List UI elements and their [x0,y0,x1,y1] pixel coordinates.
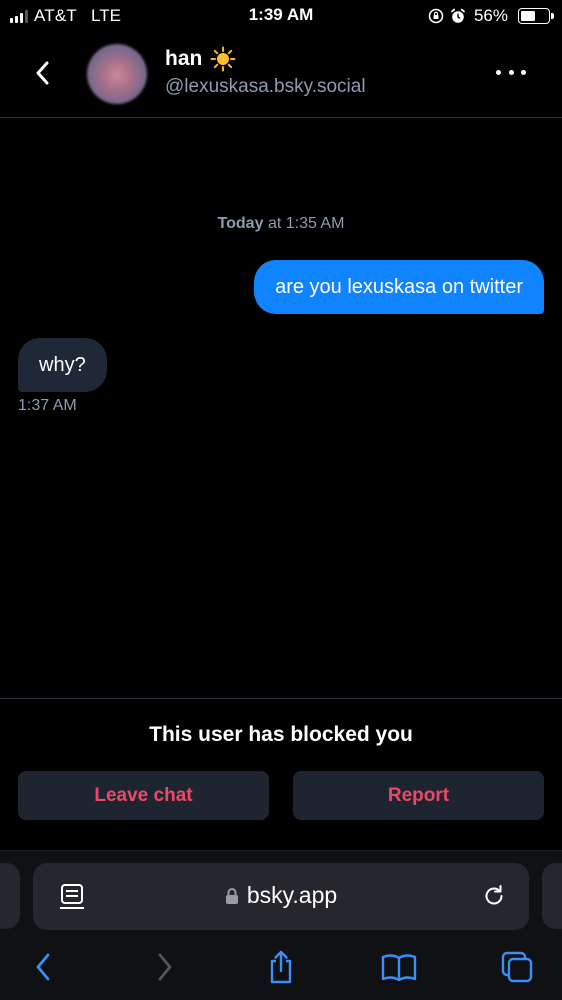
more-options-button[interactable] [496,62,526,82]
contact-handle: @lexuskasa.bsky.social [165,76,366,97]
lock-icon [225,887,238,904]
more-dot [508,69,514,75]
blocked-panel: This user has blocked you Leave chat Rep… [0,698,562,850]
more-dot [521,69,526,75]
blocked-message: This user has blocked you [149,723,413,746]
message-timestamp: 1:37 AM [18,397,77,414]
contact-name: han [165,47,203,70]
sun-emoji-icon [210,46,236,72]
browser-forward-button[interactable] [145,947,185,987]
tabs-icon [501,951,533,983]
battery-nub [551,13,554,19]
tabs-button[interactable] [497,947,537,987]
battery-fill [521,11,535,21]
browser-back-button[interactable] [23,947,63,987]
next-tab-preview[interactable] [542,863,562,929]
back-icon [36,953,50,981]
more-horizontal-icon [496,69,501,75]
battery-icon [518,8,554,24]
back-button[interactable] [28,58,58,88]
status-right: 56% [428,6,554,26]
bookmarks-icon [381,954,417,982]
day-time: at 1:35 AM [267,215,345,232]
avatar[interactable] [87,44,147,104]
bookmarks-button[interactable] [379,947,419,987]
day-separator: Today at 1:35 AM [0,215,562,233]
address-bar[interactable]: bsky.app [33,863,529,930]
forward-icon [158,953,172,981]
screen: AT&T LTE 1:39 AM 56% han @lexuskasa.bsky… [0,0,562,1000]
chevron-left-icon [36,61,49,85]
alarm-icon [450,8,466,24]
previous-tab-preview[interactable] [0,863,20,929]
share-button[interactable] [261,947,301,987]
orientation-lock-icon [428,8,444,24]
chat-title[interactable]: han @lexuskasa.bsky.social [165,46,366,98]
url-display[interactable]: bsky.app [33,882,529,909]
battery-percent: 56% [473,6,508,25]
chat-header: han @lexuskasa.bsky.social [0,34,562,118]
day-label: Today [217,215,264,232]
leave-chat-button[interactable]: Leave chat [18,771,269,820]
browser-toolbar [0,947,562,991]
reload-icon[interactable] [481,883,507,909]
incoming-message[interactable]: why? [18,338,107,392]
report-button[interactable]: Report [293,771,544,820]
share-icon [270,950,292,984]
outgoing-message[interactable]: are you lexuskasa on twitter [254,260,544,314]
status-bar: AT&T LTE 1:39 AM 56% [0,0,562,34]
browser-chrome: bsky.app [0,850,562,1000]
url-text: bsky.app [246,882,338,908]
